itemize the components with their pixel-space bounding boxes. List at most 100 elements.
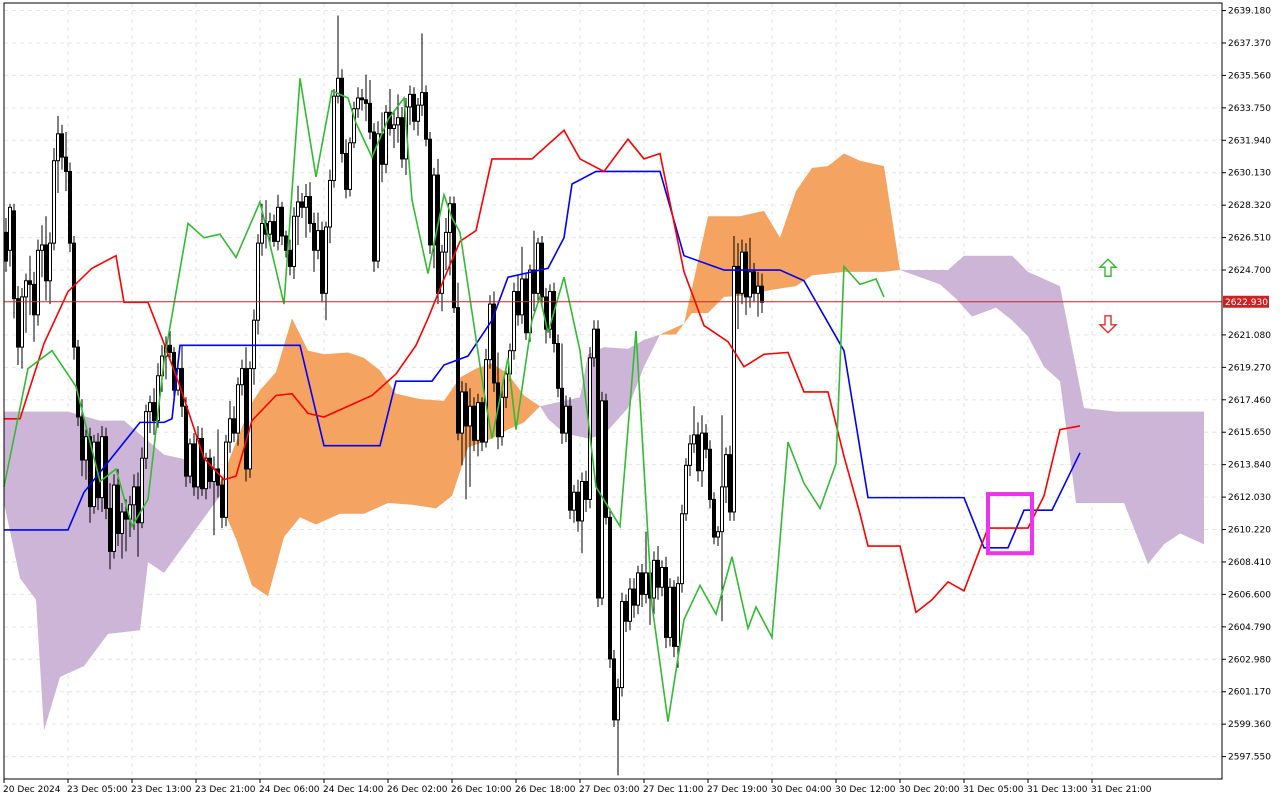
candle-86 <box>348 137 352 197</box>
candle-body-bull <box>592 328 596 359</box>
candle-body-bear <box>308 196 312 224</box>
candle-body-bear <box>436 174 440 294</box>
x-tick-label: 23 Dec 21:00 <box>195 785 256 795</box>
candle-body-bull <box>504 373 508 398</box>
candle-body-bull <box>620 601 624 689</box>
candle-22 <box>92 434 96 514</box>
candle-body-bear <box>624 601 628 622</box>
candle-body-bull <box>140 457 144 524</box>
candle-body-bull <box>148 402 152 413</box>
y-tick-label: 2639.180 <box>1228 7 1271 17</box>
candle-body-bull <box>416 104 420 122</box>
candle-body-bull <box>356 97 360 110</box>
candle-body-bear <box>744 251 748 298</box>
candle-122 <box>492 291 496 392</box>
candle-body-bear <box>560 387 564 434</box>
chart-svg: 2639.180 2637.370 2635.560 2633.750 2631.940… <box>0 0 1280 800</box>
candle-body-bear <box>288 249 292 267</box>
candle-body-bear <box>116 484 120 534</box>
x-tick-label: 26 Dec 10:00 <box>451 785 512 795</box>
y-tick-label: 2628.320 <box>1228 201 1271 211</box>
candle-body-bull <box>316 230 320 251</box>
candle-body-bull <box>248 368 252 470</box>
candle-body-bull <box>296 201 300 217</box>
candle-body-bull <box>580 481 584 522</box>
candle-body-bear <box>280 206 284 237</box>
candle-body-bear <box>76 346 80 418</box>
y-tick-label: 2631.940 <box>1228 136 1271 146</box>
candle-body-bull <box>252 319 256 370</box>
candle-body-bull <box>324 226 328 294</box>
candle-body-bear <box>168 344 172 353</box>
candle-body-bull <box>500 396 504 438</box>
candle-body-bear <box>524 278 528 334</box>
candle-154 <box>620 592 624 697</box>
candle-87 <box>352 101 356 149</box>
candle-body-bear <box>556 343 560 389</box>
candle-body-bull <box>332 95 336 181</box>
y-tick-label: 2637.370 <box>1228 39 1271 49</box>
candle-body-bear <box>596 328 600 599</box>
candle-body-bull <box>536 242 540 294</box>
x-tick-label: 27 Dec 03:00 <box>579 785 640 795</box>
candle-body-bull <box>748 271 752 298</box>
candle-body-bull <box>616 687 620 721</box>
candle-body-bear <box>456 307 460 434</box>
x-tick-label: 23 Dec 13:00 <box>131 785 192 795</box>
candle-body-bear <box>472 405 476 441</box>
candle-105 <box>424 85 428 147</box>
candle-body-bear <box>312 222 316 251</box>
y-tick-label: 2619.270 <box>1228 363 1271 373</box>
y-tick-label: 2606.600 <box>1228 590 1271 600</box>
candle-body-bull <box>256 242 260 321</box>
candle-body-bear <box>344 153 348 190</box>
candle-body-bear <box>32 283 36 316</box>
candle-body-bear <box>220 484 224 518</box>
candle-82 <box>332 89 336 188</box>
candle-body-bull <box>84 436 88 461</box>
candle-body-bear <box>364 99 368 104</box>
candle-body-bull <box>392 124 396 129</box>
candle-body-bull <box>668 586 672 638</box>
candle-body-bear <box>152 402 156 422</box>
x-tick-label: 24 Dec 06:00 <box>259 785 320 795</box>
price-tag-label: 2622.930 <box>1225 298 1268 308</box>
candle-body-bear <box>320 230 324 294</box>
candle-body-bear <box>412 93 416 122</box>
candle-166 <box>668 578 672 647</box>
candle-133 <box>536 237 540 301</box>
candle-body-bear <box>696 434 700 472</box>
candle-body-bear <box>232 418 236 434</box>
candle-body-bear <box>428 138 432 246</box>
candle-body-bull <box>276 206 280 242</box>
y-tick-label: 2615.650 <box>1228 428 1271 438</box>
candle-61 <box>248 361 252 478</box>
x-tick-label: 26 Dec 02:00 <box>387 785 448 795</box>
candle-body-bear <box>656 559 660 588</box>
candle-body-bear <box>704 432 708 450</box>
candle-92 <box>372 123 376 272</box>
candle-body-bear <box>60 133 64 158</box>
candle-body-bull <box>660 567 664 588</box>
x-tick-label: 20 Dec 2024 <box>3 785 61 795</box>
candle-body-bull <box>328 179 332 228</box>
candle-169 <box>680 504 684 593</box>
y-tick-label: 2630.130 <box>1228 169 1271 179</box>
candle-body-bull <box>520 278 524 316</box>
candle-body-bear <box>672 586 676 647</box>
chart-container: 2639.180 2637.370 2635.560 2633.750 2631.940… <box>0 0 1280 800</box>
y-tick-label: 2610.220 <box>1228 526 1271 536</box>
candle-165 <box>664 556 668 649</box>
candle-body-bull <box>756 285 760 294</box>
y-tick-label: 2613.840 <box>1228 461 1271 471</box>
candle-body-bull <box>304 196 308 208</box>
candle-body-bear <box>272 221 276 242</box>
x-tick-label: 31 Dec 21:00 <box>1091 785 1152 795</box>
candle-body-bull <box>476 402 480 441</box>
candle-body-bull <box>236 384 240 434</box>
candle-body-bull <box>240 368 244 386</box>
y-tick-label: 2608.410 <box>1228 558 1271 568</box>
y-tick-label: 2612.030 <box>1228 493 1271 503</box>
candle-body-bear <box>300 201 304 208</box>
candle-body-bear <box>400 117 404 160</box>
